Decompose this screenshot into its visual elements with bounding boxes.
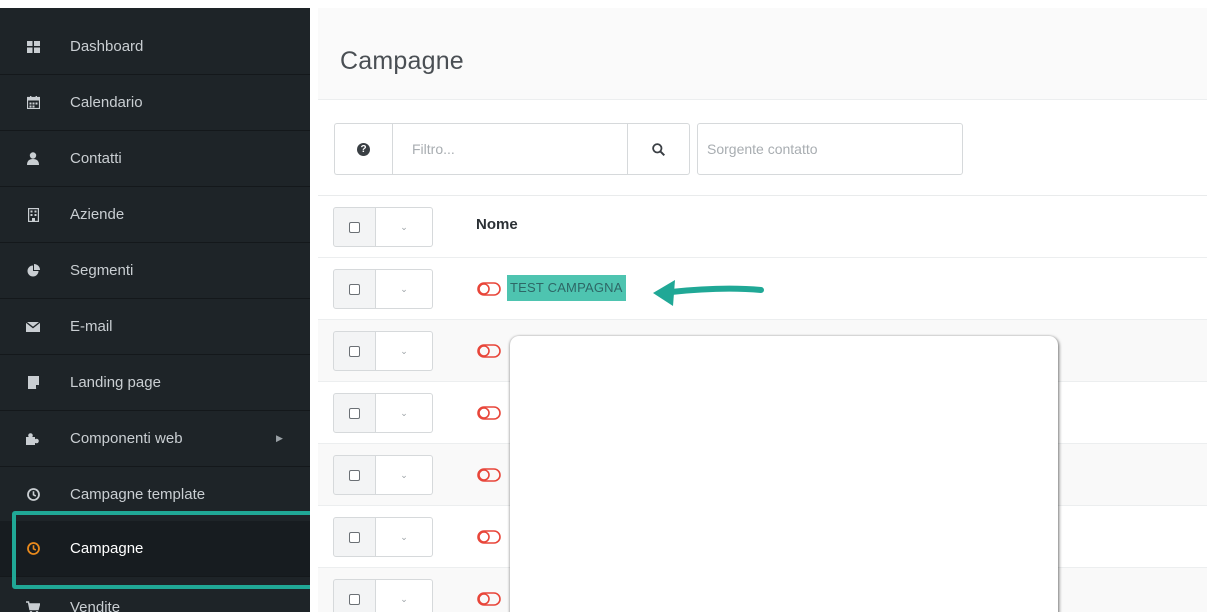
pie-chart-icon [26, 264, 40, 278]
sidebar-item-label: Calendario [70, 94, 143, 111]
sidebar-top-strip [0, 0, 310, 8]
sidebar-item-label: Aziende [70, 206, 125, 223]
row-actions-dropdown[interactable]: ⌄ [376, 517, 433, 557]
toggle-off-icon[interactable] [477, 529, 503, 545]
toggle-off-icon[interactable] [477, 281, 503, 297]
chevron-down-icon: ⌄ [400, 531, 408, 542]
sidebar: Dashboard Calendario Contatti Aziende Se… [0, 0, 310, 612]
row-select: ⌄ [333, 269, 433, 309]
row-checkbox[interactable] [333, 517, 376, 557]
row-actions-dropdown[interactable]: ⌄ [376, 455, 433, 495]
row-actions-dropdown[interactable]: ⌄ [376, 269, 433, 309]
sidebar-item-label: Componenti web [70, 430, 183, 447]
bulk-select: ⌄ [333, 207, 433, 247]
dashboard-icon [26, 40, 40, 54]
help-button[interactable]: ? [334, 123, 392, 175]
sidebar-item-campagne[interactable]: Campagne [0, 521, 310, 577]
chevron-down-icon: ⌄ [400, 593, 408, 604]
sidebar-item-componenti-web[interactable]: Componenti web ▶ [0, 411, 310, 467]
sidebar-item-landing-page[interactable]: Landing page [0, 355, 310, 411]
file-icon [26, 376, 40, 390]
toggle-off-icon[interactable] [477, 467, 503, 483]
row-actions-dropdown[interactable]: ⌄ [376, 331, 433, 371]
checkbox-square [349, 283, 360, 295]
building-icon [26, 207, 40, 222]
calendar-icon [26, 96, 40, 110]
row-select: ⌄ [333, 579, 433, 612]
annotation-arrow-icon [653, 280, 764, 306]
sidebar-item-label: Vendite [70, 599, 121, 612]
row-checkbox[interactable] [333, 269, 376, 309]
row-checkbox[interactable] [333, 393, 376, 433]
campaign-name-link[interactable]: TEST CAMPAGNA [507, 275, 626, 301]
clock-icon [26, 542, 40, 556]
puzzle-icon [26, 432, 40, 446]
search-icon [652, 142, 665, 156]
redaction-panel [510, 336, 1058, 612]
checkbox-square [349, 407, 360, 419]
sidebar-item-segmenti[interactable]: Segmenti [0, 243, 310, 299]
sidebar-item-label: Campagne [70, 540, 144, 557]
toggle-off-icon[interactable] [477, 405, 503, 421]
page-title: Campagne [340, 47, 464, 75]
sidebar-item-label: Campagne template [70, 486, 206, 503]
sidebar-item-label: Contatti [70, 150, 122, 167]
envelope-icon [26, 320, 40, 334]
sidebar-item-contatti[interactable]: Contatti [0, 131, 310, 187]
checkbox-square [349, 221, 360, 233]
row-select: ⌄ [333, 393, 433, 433]
page-header: Campagne [318, 8, 1207, 100]
toggle-off-icon[interactable] [477, 343, 503, 359]
sidebar-item-label: Segmenti [70, 262, 134, 279]
sidebar-item-label: E-mail [70, 318, 113, 335]
sidebar-item-campagne-template[interactable]: Campagne template [0, 467, 310, 523]
checkbox-square [349, 469, 360, 481]
checkbox-square [349, 593, 360, 605]
sidebar-item-vendite[interactable]: Vendite [0, 580, 310, 612]
sidebar-item-aziende[interactable]: Aziende [0, 187, 310, 243]
row-select: ⌄ [333, 517, 433, 557]
chevron-down-icon: ⌄ [400, 345, 408, 356]
chevron-down-icon: ⌄ [400, 407, 408, 418]
row-actions-dropdown[interactable]: ⌄ [376, 393, 433, 433]
row-select: ⌄ [333, 331, 433, 371]
filter-input[interactable] [392, 123, 628, 175]
sidebar-item-label: Dashboard [70, 38, 144, 55]
toggle-off-icon[interactable] [477, 591, 503, 607]
clock-icon [26, 488, 40, 502]
bulk-actions-dropdown[interactable]: ⌄ [376, 207, 433, 247]
row-checkbox[interactable] [333, 579, 376, 612]
row-checkbox[interactable] [333, 331, 376, 371]
select-all-checkbox[interactable] [333, 207, 376, 247]
chevron-down-icon: ⌄ [400, 221, 408, 232]
column-header-name[interactable]: Nome [476, 216, 518, 233]
main-content: Campagne ? ⌄ Nome ⌄ TEST CAMPAGNA ⌄ [310, 0, 1207, 612]
chevron-down-icon: ⌄ [400, 469, 408, 480]
sidebar-item-calendario[interactable]: Calendario [0, 75, 310, 131]
chevron-down-icon: ⌄ [400, 283, 408, 294]
checkbox-square [349, 531, 360, 543]
checkbox-square [349, 345, 360, 357]
search-button[interactable] [628, 123, 690, 175]
question-icon: ? [357, 142, 370, 156]
cart-icon [26, 601, 40, 612]
row-checkbox[interactable] [333, 455, 376, 495]
contact-source-input[interactable] [697, 123, 963, 175]
table-header-row: ⌄ Nome [318, 196, 1207, 258]
caret-right-icon: ▶ [276, 433, 283, 443]
row-select: ⌄ [333, 455, 433, 495]
user-icon [26, 152, 40, 166]
sidebar-item-email[interactable]: E-mail [0, 299, 310, 355]
sidebar-item-label: Landing page [70, 374, 161, 391]
sidebar-item-dashboard[interactable]: Dashboard [0, 19, 310, 75]
row-actions-dropdown[interactable]: ⌄ [376, 579, 433, 612]
